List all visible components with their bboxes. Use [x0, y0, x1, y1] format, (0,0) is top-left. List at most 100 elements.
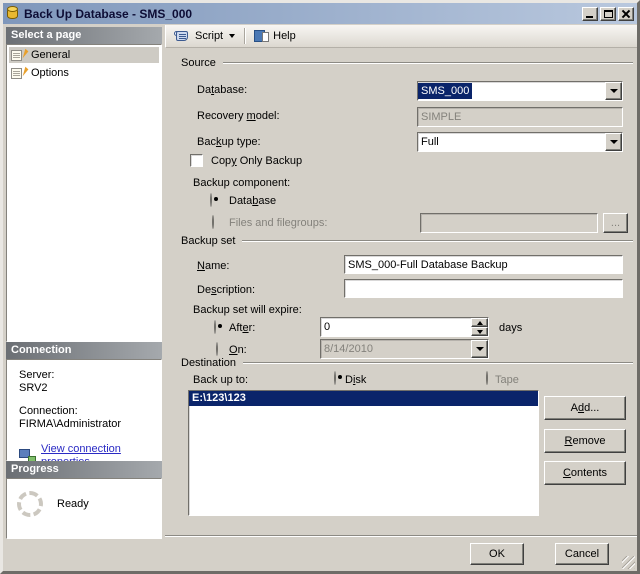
after-radio-label[interactable]: After: [229, 322, 255, 335]
database-combobox[interactable]: SMS_000 [417, 81, 623, 101]
resize-grip[interactable] [622, 556, 635, 569]
chevron-up-icon [476, 320, 483, 325]
chevron-down-icon [609, 89, 618, 93]
files-filegroups-label: Files and filegroups: [229, 217, 328, 229]
dropdown-button[interactable] [605, 82, 622, 100]
group-divider [243, 362, 633, 364]
add-button[interactable]: Add... [544, 396, 626, 420]
copy-only-backup-label[interactable]: Copy Only Backup [211, 155, 302, 168]
page-icon [11, 48, 29, 62]
title-bar[interactable]: Back Up Database - SMS_000 [3, 3, 637, 24]
sidebar: Select a page General Options Connection… [4, 25, 164, 571]
progress-header: Progress [6, 461, 162, 478]
dropdown-button [471, 340, 488, 358]
connection-header: Connection [6, 342, 162, 359]
close-button[interactable] [618, 6, 634, 21]
days-unit-label: days [499, 322, 523, 334]
destination-group-title: Destination [181, 357, 237, 369]
connection-value: FIRMA\Administrator [19, 418, 122, 430]
files-filegroups-radio [212, 215, 214, 229]
remove-button[interactable]: Remove [544, 429, 626, 453]
progress-spinner-icon [17, 491, 43, 517]
database-radio-label[interactable]: Database [229, 195, 276, 208]
select-a-page-panel: Select a page General Options [6, 27, 162, 342]
sidebar-item-options[interactable]: Options [9, 65, 159, 81]
database-selected-value: SMS_000 [418, 83, 473, 99]
destination-group: Destination [181, 357, 633, 369]
after-days-spinner[interactable]: 0 [320, 317, 489, 337]
backup-database-dialog: Back Up Database - SMS_000 Select a page… [0, 0, 640, 574]
backup-type-combobox[interactable]: Full [417, 132, 623, 152]
maximize-button[interactable] [600, 6, 616, 21]
on-date-combobox: 8/14/2010 [320, 339, 489, 359]
general-page: Source Database: SMS_000 Recovery model:… [165, 48, 637, 535]
database-icon [7, 6, 20, 21]
on-radio[interactable] [216, 342, 218, 356]
connection-label: Connection: [19, 405, 78, 417]
help-icon [254, 29, 270, 43]
chevron-down-icon [476, 329, 483, 334]
chevron-down-icon [475, 347, 484, 351]
files-filegroups-field [420, 213, 598, 233]
help-label: Help [273, 30, 296, 42]
back-up-to-label: Back up to: [193, 374, 249, 386]
source-group: Source [181, 57, 633, 69]
after-days-value: 0 [324, 321, 331, 333]
copy-only-backup-checkbox[interactable] [190, 154, 203, 167]
connection-panel: Connection Server: SRV2 Connection: FIRM… [6, 342, 162, 468]
footer-bar: OK Cancel [165, 535, 637, 571]
description-input[interactable] [345, 282, 622, 295]
main-area: Script Help Source Database: SMS_000 Rec… [165, 25, 637, 571]
progress-panel: Progress Ready [6, 461, 162, 539]
backup-component-label: Backup component: [193, 177, 291, 189]
contents-button[interactable]: Contents [544, 461, 626, 485]
help-button[interactable]: Help [250, 28, 300, 45]
group-divider [222, 62, 633, 64]
name-input[interactable] [345, 258, 622, 271]
destination-listbox[interactable]: E:\123\123 [188, 390, 539, 516]
group-divider [242, 240, 633, 242]
expire-label: Backup set will expire: [193, 304, 302, 316]
database-label: Database: [197, 84, 248, 96]
destination-path-item[interactable]: E:\123\123 [189, 391, 538, 406]
script-label: Script [195, 30, 224, 42]
recovery-model-value: SIMPLE [421, 111, 462, 123]
chevron-down-icon [229, 34, 236, 38]
recovery-model-label: Recovery model: [197, 110, 280, 122]
sidebar-item-label: Options [31, 67, 69, 79]
script-icon [174, 30, 191, 43]
page-icon [11, 66, 29, 80]
sidebar-item-label: General [31, 49, 71, 61]
after-radio[interactable] [214, 320, 216, 334]
on-radio-label[interactable]: On: [229, 344, 247, 357]
server-label: Server: [19, 369, 55, 381]
database-radio[interactable] [210, 193, 212, 207]
tape-radio-label: Tape [495, 374, 519, 386]
sidebar-item-general[interactable]: General [9, 47, 159, 63]
disk-radio-label[interactable]: Disk [345, 374, 366, 387]
maximize-icon [604, 9, 613, 18]
minimize-button[interactable] [582, 6, 598, 21]
on-date-value: 8/14/2010 [324, 343, 373, 355]
dropdown-button[interactable] [605, 133, 622, 151]
backup-type-value: Full [421, 136, 439, 148]
recovery-model-field: SIMPLE [417, 107, 623, 127]
spin-up-button[interactable] [471, 318, 488, 327]
script-button[interactable]: Script [171, 28, 239, 45]
backup-set-group: Backup set [181, 235, 633, 247]
spin-down-button[interactable] [471, 327, 488, 336]
description-field[interactable] [344, 279, 623, 298]
cancel-button[interactable]: Cancel [555, 543, 609, 565]
toolbar-separator [244, 28, 246, 44]
disk-radio[interactable] [334, 371, 336, 385]
select-a-page-header: Select a page [6, 27, 162, 44]
progress-status: Ready [57, 498, 89, 510]
name-field[interactable] [344, 255, 623, 274]
server-value: SRV2 [19, 382, 48, 394]
name-label: Name: [197, 260, 230, 272]
toolbar: Script Help [165, 25, 637, 48]
window-title: Back Up Database - SMS_000 [24, 6, 193, 21]
backup-set-group-title: Backup set [181, 235, 236, 247]
tape-radio [486, 371, 488, 385]
ok-button[interactable]: OK [470, 543, 524, 565]
